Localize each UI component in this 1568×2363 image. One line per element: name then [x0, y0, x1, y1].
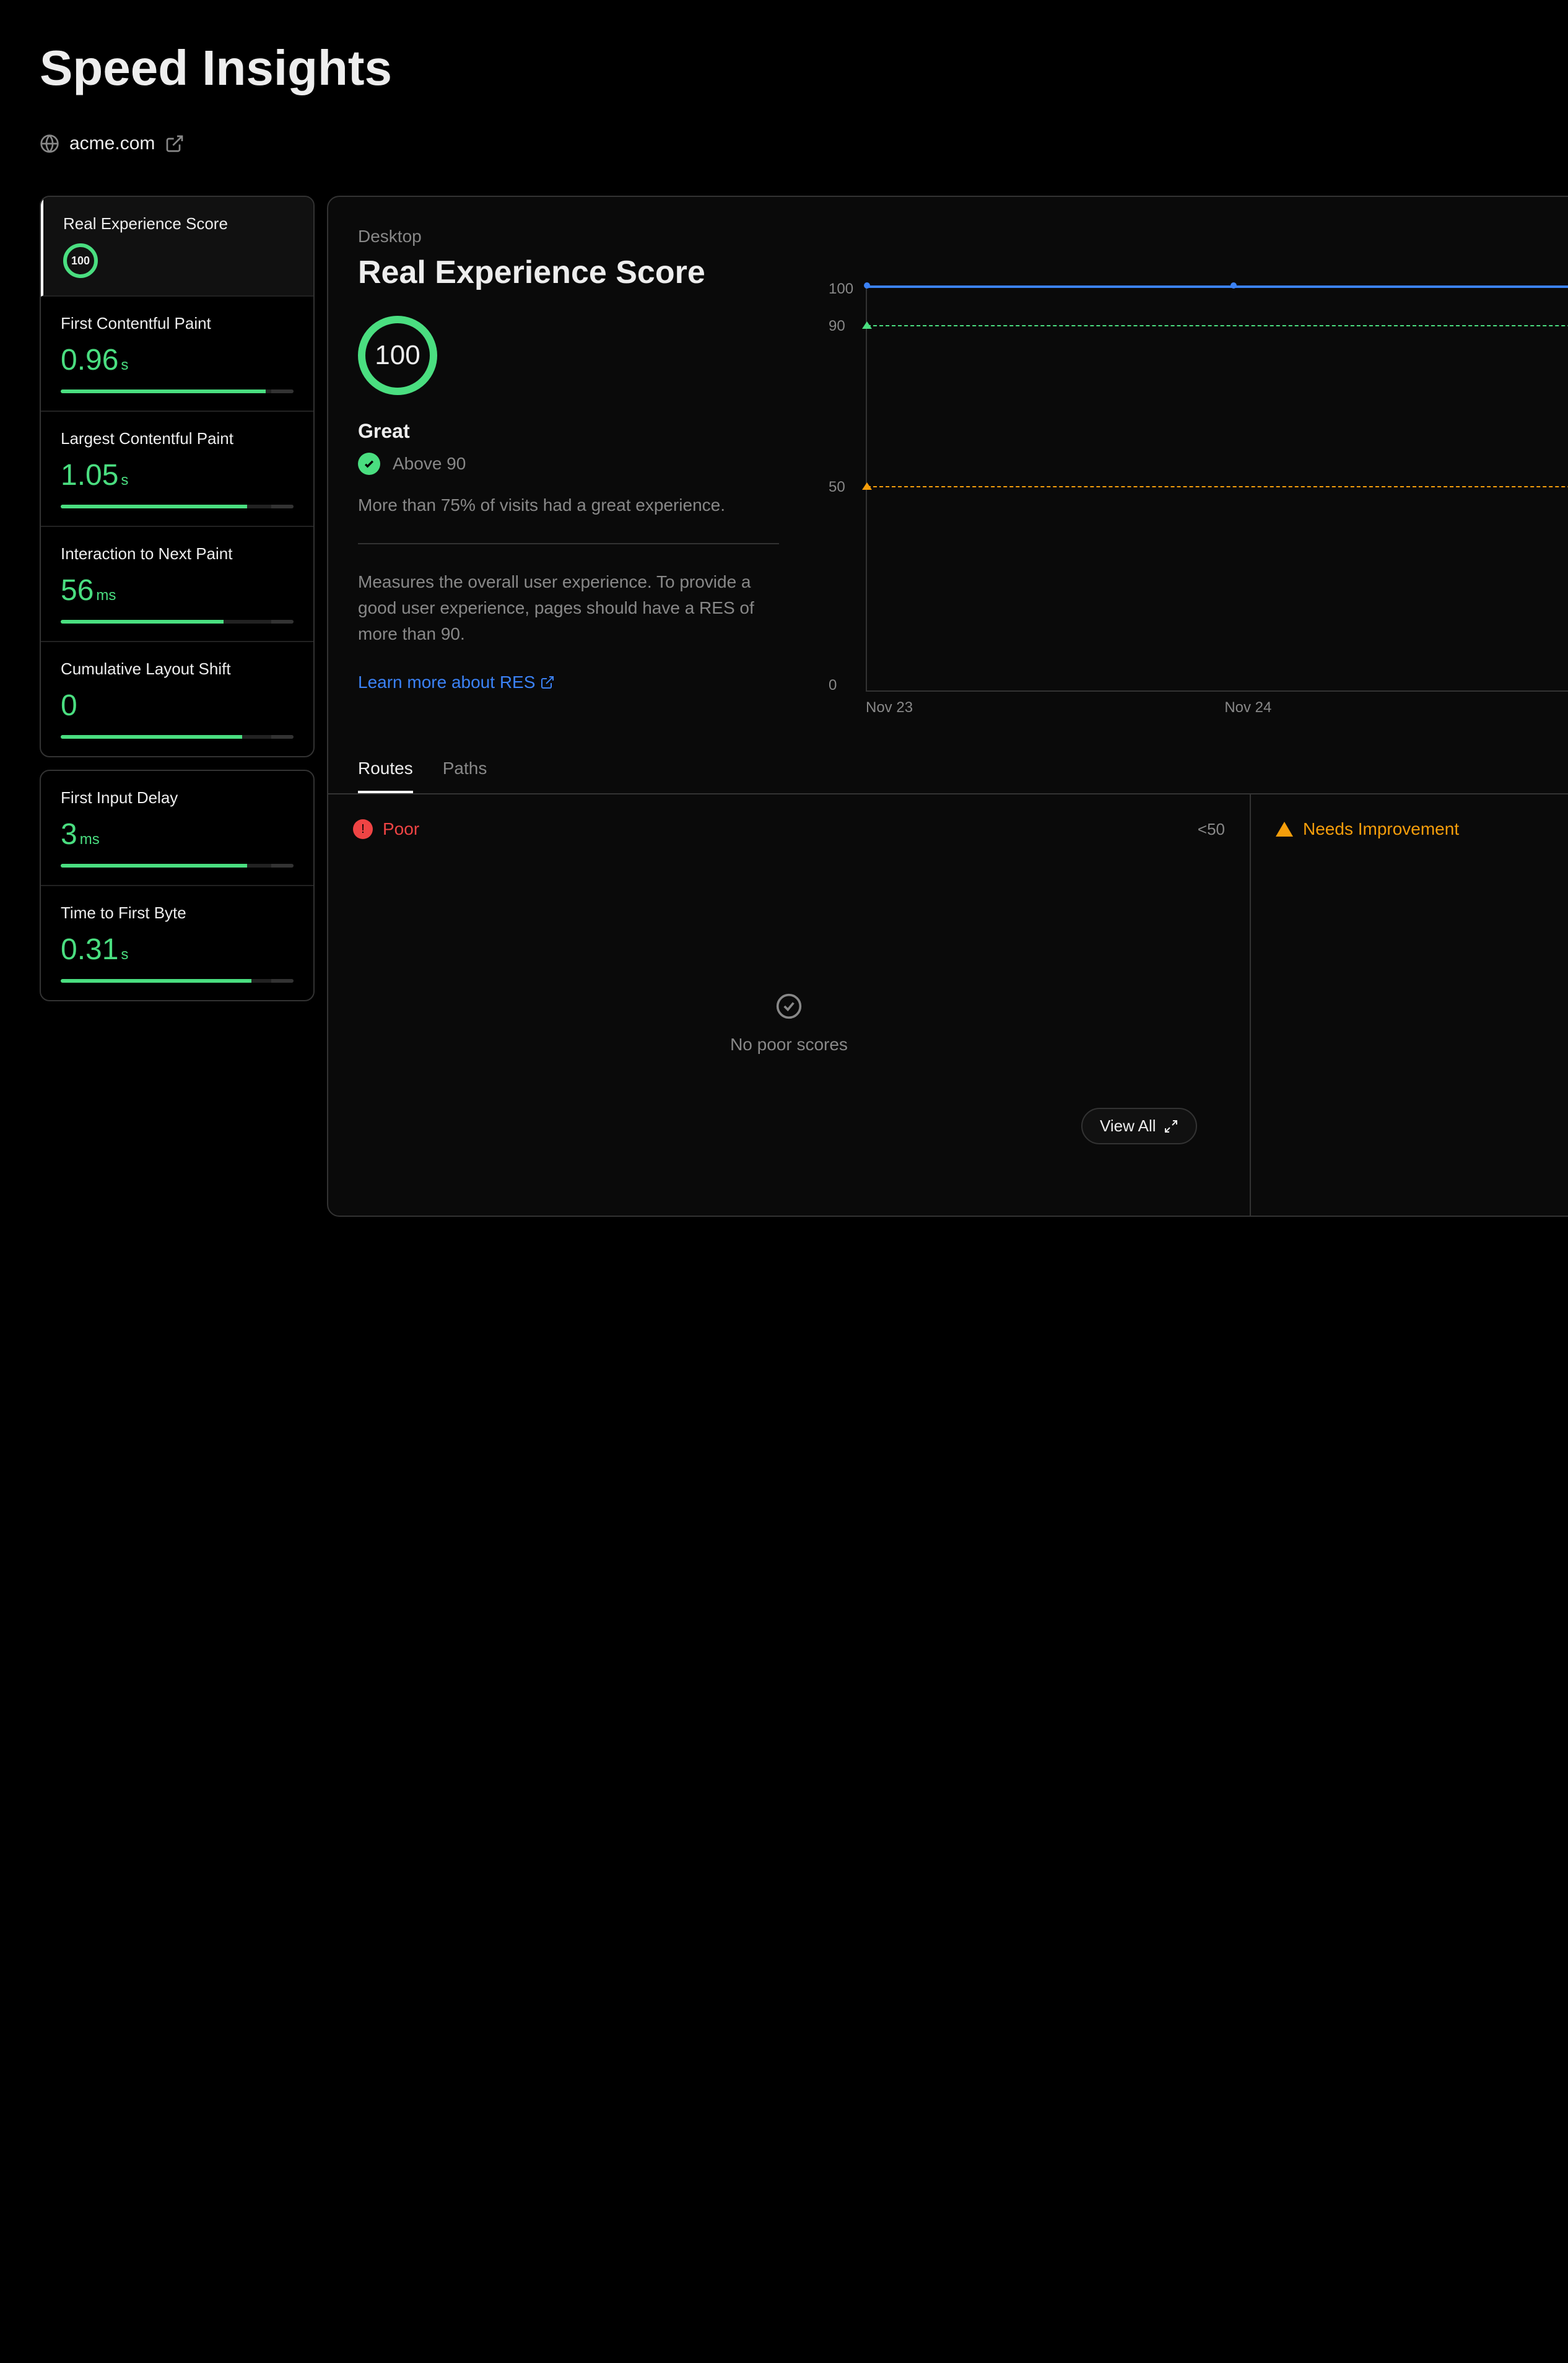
p75-line — [867, 285, 1568, 288]
page-title: Speed Insights — [40, 40, 1568, 97]
description-text: Measures the overall user experience. To… — [358, 569, 779, 647]
sidebar-item-metric[interactable]: Cumulative Layout Shift 0 — [41, 642, 313, 756]
sidebar-item-metric[interactable]: First Input Delay 3ms — [41, 771, 313, 886]
expand-icon — [1164, 1119, 1178, 1134]
header-bar: acme.com Production Desktop Mobile — [40, 121, 1568, 166]
sidebar-item-metric[interactable]: Time to First Byte 0.31s — [41, 886, 313, 1000]
threshold-90-line — [867, 325, 1568, 326]
sidebar-item-metric[interactable]: Largest Contentful Paint 1.05s — [41, 412, 313, 527]
visits-text: More than 75% of visits had a great expe… — [358, 492, 779, 518]
external-link-icon — [165, 134, 185, 154]
tab-routes[interactable]: Routes — [358, 759, 413, 793]
threshold-text: Above 90 — [393, 454, 466, 474]
external-link-icon — [540, 675, 555, 690]
detail-title: Real Experience Score — [358, 254, 779, 291]
rating-label: Great — [358, 420, 779, 443]
score-ring-large: 100 — [358, 316, 437, 395]
score-ring-icon: 100 — [63, 243, 98, 278]
warning-icon — [1276, 822, 1293, 837]
metrics-sidebar: Real Experience Score 100 First Contentf… — [40, 196, 315, 1217]
check-circle-icon — [775, 993, 803, 1020]
sidebar-item-res[interactable]: Real Experience Score 100 — [41, 197, 313, 297]
domain-link[interactable]: acme.com — [40, 133, 185, 154]
routes-needs-column: Needs Improvement 50 - 90 No needs impro… — [1251, 794, 1568, 1216]
main-panel: Desktop Real Experience Score 100 Great … — [327, 196, 1568, 1217]
alert-icon: ! — [353, 819, 373, 839]
learn-more-link[interactable]: Learn more about RES — [358, 672, 555, 692]
platform-label: Desktop — [358, 227, 779, 246]
tab-paths[interactable]: Paths — [443, 759, 487, 793]
sidebar-item-metric[interactable]: First Contentful Paint 0.96s — [41, 297, 313, 412]
check-badge-icon — [358, 453, 380, 475]
routes-poor-column: ! Poor <50 No poor scores — [328, 794, 1251, 1216]
view-all-button[interactable]: View All — [1081, 1108, 1197, 1144]
res-chart: 100 90 50 0 Nov 23Nov 24Nov 25Nov 26 — [829, 283, 1568, 716]
threshold-50-line — [867, 486, 1568, 487]
sidebar-item-metric[interactable]: Interaction to Next Paint 56ms — [41, 527, 313, 642]
globe-icon — [40, 134, 59, 154]
